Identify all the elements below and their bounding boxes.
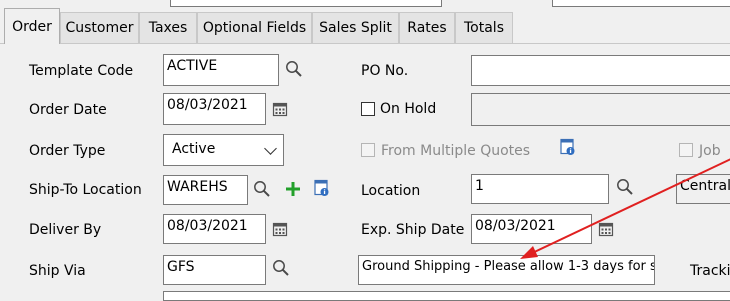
calendar-icon[interactable] xyxy=(272,221,288,237)
tab-order[interactable]: Order xyxy=(4,8,60,44)
search-icon[interactable] xyxy=(285,60,303,78)
ship-to-location-label: Ship-To Location xyxy=(29,182,142,198)
tab-taxes[interactable]: Taxes xyxy=(139,12,197,43)
on-hold-checkbox[interactable] xyxy=(361,102,375,116)
document-info-icon[interactable] xyxy=(314,179,330,197)
po-no-label: PO No. xyxy=(361,63,409,79)
deliver-by-label: Deliver By xyxy=(29,222,102,238)
order-type-value: Active xyxy=(172,141,216,157)
job-related-label-partial: Job xyxy=(699,143,721,159)
top-field-partial xyxy=(170,0,442,7)
chevron-down-icon xyxy=(264,142,277,155)
tab-optional-fields[interactable]: Optional Fields xyxy=(197,12,312,43)
search-icon[interactable] xyxy=(616,178,634,196)
bottom-field-partial[interactable] xyxy=(163,291,730,301)
ship-via-input[interactable]: GFS xyxy=(163,255,266,285)
ship-via-label: Ship Via xyxy=(29,263,86,279)
deliver-by-input[interactable]: 08/03/2021 xyxy=(163,214,266,244)
from-multiple-quotes-checkbox[interactable] xyxy=(361,143,375,157)
calendar-icon[interactable] xyxy=(272,101,288,117)
plus-icon[interactable] xyxy=(284,180,302,198)
top-field-partial-right xyxy=(552,0,730,7)
location-name-field: Central xyxy=(676,174,730,204)
calendar-icon[interactable] xyxy=(598,221,614,237)
on-hold-label: On Hold xyxy=(380,101,437,117)
exp-ship-date-input[interactable]: 08/03/2021 xyxy=(471,214,592,244)
search-icon[interactable] xyxy=(272,259,290,277)
order-type-select[interactable]: Active xyxy=(163,134,284,166)
po-no-input[interactable] xyxy=(471,55,730,86)
exp-ship-date-label: Exp. Ship Date xyxy=(361,222,465,238)
job-related-checkbox[interactable] xyxy=(679,143,693,157)
tab-sales-split[interactable]: Sales Split xyxy=(312,12,399,43)
on-hold-reason-field xyxy=(471,93,730,126)
template-code-label: Template Code xyxy=(29,63,134,79)
ship-via-description-field[interactable]: Ground Shipping - Please allow 1-3 days … xyxy=(358,255,655,285)
location-input[interactable]: 1 xyxy=(471,174,609,204)
document-info-icon[interactable] xyxy=(560,138,576,156)
location-label: Location xyxy=(361,183,421,199)
template-code-input[interactable]: ACTIVE xyxy=(163,54,279,86)
ship-to-location-input[interactable]: WAREHS xyxy=(163,175,248,205)
order-date-label: Order Date xyxy=(29,102,107,118)
search-icon[interactable] xyxy=(253,180,271,198)
tab-customer[interactable]: Customer xyxy=(60,12,139,43)
tab-rates[interactable]: Rates xyxy=(399,12,455,43)
from-multiple-quotes-label: From Multiple Quotes xyxy=(381,143,531,159)
tab-totals[interactable]: Totals xyxy=(455,12,513,43)
top-strip xyxy=(0,0,730,8)
order-entry-window: { "tabs": [ {"label": "Order", "active":… xyxy=(0,0,730,301)
order-date-input[interactable]: 08/03/2021 xyxy=(163,93,266,125)
tracking-label-partial: Tracki xyxy=(690,263,730,279)
order-type-label: Order Type xyxy=(29,143,106,159)
